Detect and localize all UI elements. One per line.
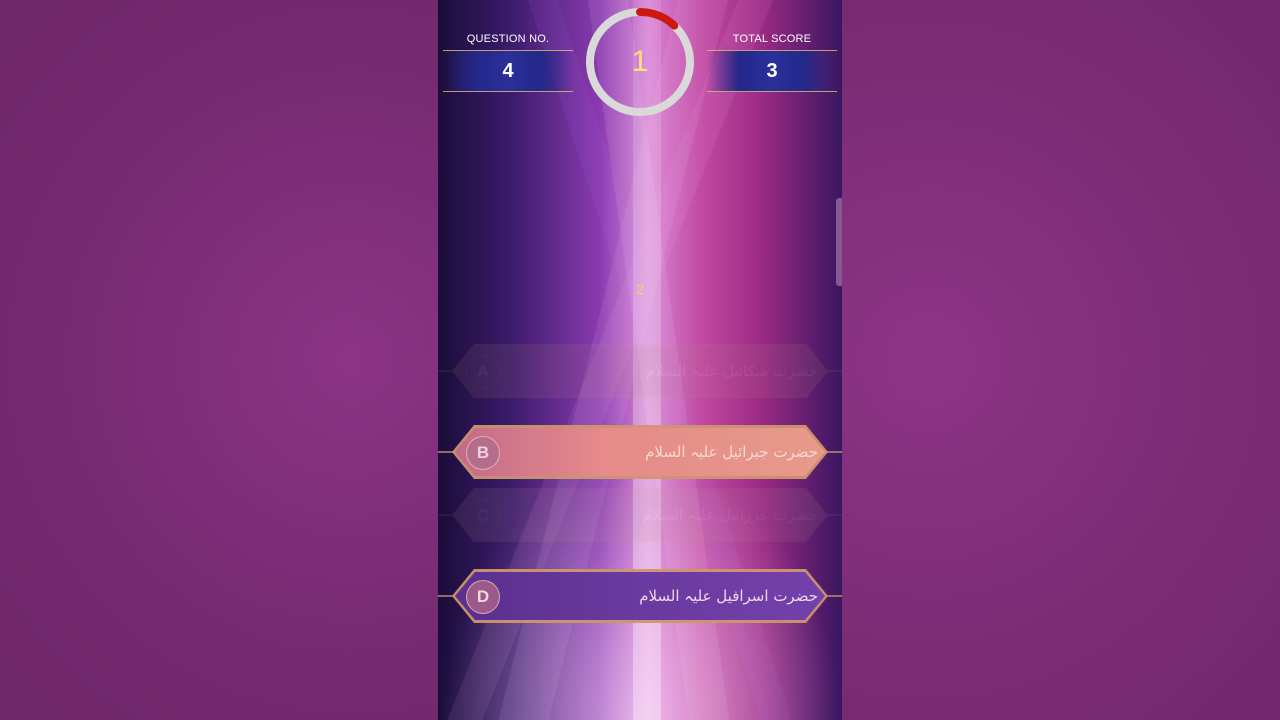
right-backdrop bbox=[842, 0, 1280, 720]
side-scroll-handle[interactable] bbox=[836, 198, 842, 286]
answer-text: حضرت میکائیل علیہ السلام bbox=[645, 362, 818, 380]
answer-text: حضرت اسرافیل علیہ السلام bbox=[639, 587, 818, 605]
answer-option-a[interactable]: A حضرت میکائیل علیہ السلام bbox=[438, 344, 842, 398]
total-score-panel: TOTAL SCORE 3 bbox=[707, 30, 837, 92]
total-score-value: 3 bbox=[707, 50, 837, 92]
answer-letter-badge: C bbox=[466, 499, 500, 533]
left-backdrop bbox=[0, 0, 438, 720]
total-score-label: TOTAL SCORE bbox=[732, 33, 812, 45]
answer-option-c[interactable]: C حضرت عزرائیل علیہ السلام bbox=[438, 488, 842, 542]
question-number-panel: QUESTION NO. 4 bbox=[443, 30, 573, 92]
timer-value: 1 bbox=[631, 45, 649, 78]
question-number-value: 4 bbox=[443, 50, 573, 92]
answer-text: حضرت عزرائیل علیہ السلام bbox=[642, 506, 818, 524]
answer-text: حضرت جبرائیل علیہ السلام bbox=[645, 443, 818, 461]
answer-option-d[interactable]: D حضرت اسرافیل علیہ السلام bbox=[438, 569, 842, 623]
question-number-label: QUESTION NO. bbox=[466, 33, 550, 45]
question-text: 2 bbox=[636, 281, 644, 297]
answer-letter-badge: A bbox=[466, 355, 500, 389]
answer-letter-badge: B bbox=[466, 436, 500, 470]
countdown-timer: 1 bbox=[584, 6, 696, 118]
answer-letter-badge: D bbox=[466, 580, 500, 614]
answer-option-b[interactable]: B حضرت جبرائیل علیہ السلام bbox=[438, 425, 842, 479]
